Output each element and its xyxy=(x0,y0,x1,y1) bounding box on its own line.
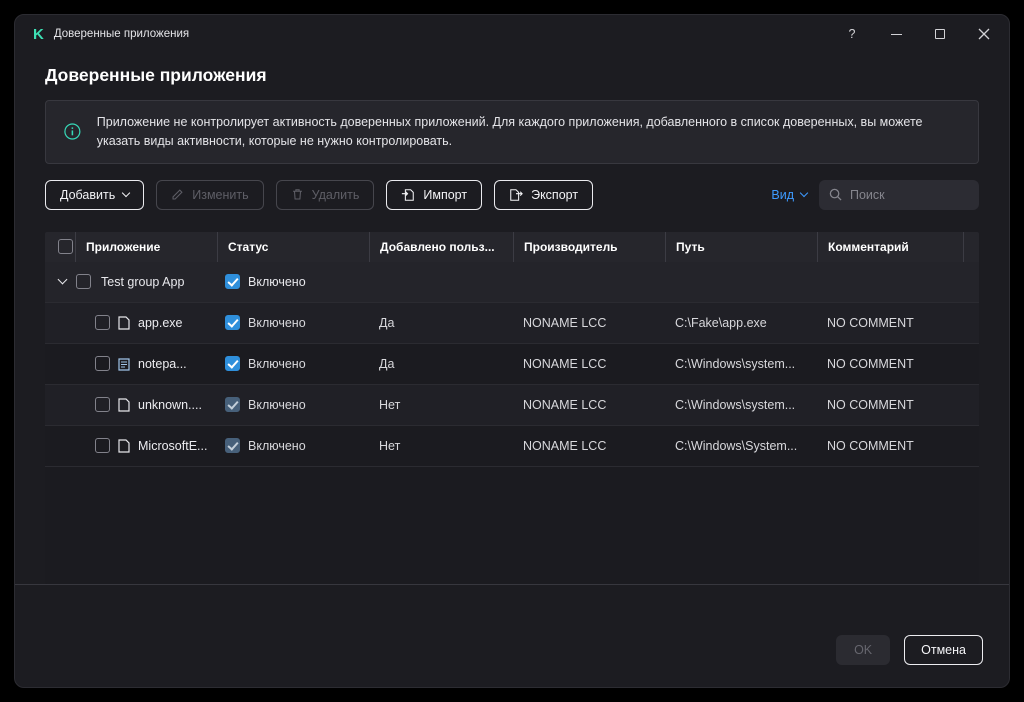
delete-button-label: Удалить xyxy=(311,187,360,202)
row-status-label: Включено xyxy=(248,356,306,371)
row-status-checkbox[interactable] xyxy=(225,397,240,412)
row-path: C:\Fake\app.exe xyxy=(675,315,767,330)
edit-button[interactable]: Изменить xyxy=(156,179,264,210)
delete-button[interactable]: Удалить xyxy=(275,179,375,210)
trash-icon xyxy=(292,189,302,200)
info-banner: Приложение не контролирует активность до… xyxy=(45,100,979,164)
column-header-vendor[interactable]: Производитель xyxy=(513,231,665,262)
column-header-path[interactable]: Путь xyxy=(665,231,817,262)
row-status-checkbox[interactable] xyxy=(225,438,240,453)
row-path: C:\Windows\system... xyxy=(675,397,796,412)
window-controls: ? xyxy=(845,27,991,41)
table-header: Приложение Статус Добавлено польз... Про… xyxy=(45,231,979,262)
import-button-label: Импорт xyxy=(423,187,468,202)
table-row[interactable]: unknown.... Включено Нет NONAME LCC C:\W… xyxy=(45,384,979,426)
column-header-application[interactable]: Приложение xyxy=(75,231,217,262)
row-comment: NO COMMENT xyxy=(827,438,914,453)
group-name: Test group App xyxy=(101,274,185,289)
dialog-footer: OK Отмена xyxy=(15,583,1009,688)
select-all-checkbox[interactable] xyxy=(58,239,73,254)
page-title: Доверенные приложения xyxy=(45,65,267,85)
app-name: MicrosoftE... xyxy=(138,438,208,453)
row-path: C:\Windows\system... xyxy=(675,356,796,371)
group-status-label: Включено xyxy=(248,274,306,289)
column-header-comment[interactable]: Комментарий xyxy=(817,231,963,262)
add-button[interactable]: Добавить xyxy=(45,179,145,210)
column-header-status[interactable]: Статус xyxy=(217,231,369,262)
minimize-button[interactable] xyxy=(889,27,903,41)
row-comment: NO COMMENT xyxy=(827,397,914,412)
file-icon xyxy=(118,438,130,453)
row-path: C:\Windows\System... xyxy=(675,438,798,453)
app-name: notepa... xyxy=(138,356,187,371)
row-status-label: Включено xyxy=(248,438,306,453)
row-vendor: NONAME LCC xyxy=(523,315,607,330)
column-header-added-by-user[interactable]: Добавлено польз... xyxy=(369,231,513,262)
row-select-checkbox[interactable] xyxy=(95,356,110,371)
pencil-icon xyxy=(172,189,183,200)
cancel-button[interactable]: Отмена xyxy=(904,635,983,665)
export-button[interactable]: Экспорт xyxy=(494,179,594,210)
row-comment: NO COMMENT xyxy=(827,315,914,330)
import-icon xyxy=(402,188,415,201)
title-bar: K Доверенные приложения ? xyxy=(15,15,1009,53)
row-status-label: Включено xyxy=(248,397,306,412)
ok-button[interactable]: OK xyxy=(836,635,891,665)
group-status-checkbox[interactable] xyxy=(225,274,240,289)
window-title: Доверенные приложения xyxy=(53,28,190,40)
file-icon xyxy=(118,397,130,412)
row-added-by-user: Нет xyxy=(379,397,401,412)
row-added-by-user: Да xyxy=(379,356,395,371)
group-expand-chevron-icon[interactable] xyxy=(57,274,68,285)
row-vendor: NONAME LCC xyxy=(523,397,607,412)
group-select-checkbox[interactable] xyxy=(76,274,91,289)
row-status-checkbox[interactable] xyxy=(225,356,240,371)
notepad-icon xyxy=(118,357,130,371)
kaspersky-logo-icon: K xyxy=(33,25,44,43)
search-icon xyxy=(829,188,842,201)
export-icon xyxy=(510,188,523,201)
minimize-icon xyxy=(890,33,902,35)
chevron-down-icon xyxy=(799,188,809,198)
info-icon xyxy=(64,123,81,140)
app-name: unknown.... xyxy=(138,397,202,412)
edit-button-label: Изменить xyxy=(192,187,249,202)
row-select-checkbox[interactable] xyxy=(95,397,110,412)
row-select-checkbox[interactable] xyxy=(95,315,110,330)
export-button-label: Экспорт xyxy=(531,187,579,202)
maximize-button[interactable] xyxy=(933,27,947,41)
search-box xyxy=(819,179,979,210)
info-banner-text: Приложение не контролирует активность до… xyxy=(96,115,923,148)
row-vendor: NONAME LCC xyxy=(523,438,607,453)
row-status-label: Включено xyxy=(248,315,306,330)
import-button[interactable]: Импорт xyxy=(386,179,483,210)
add-button-label: Добавить xyxy=(60,187,116,202)
row-status-checkbox[interactable] xyxy=(225,315,240,330)
chevron-down-icon xyxy=(122,188,131,198)
column-header-spacer xyxy=(963,231,979,262)
row-comment: NO COMMENT xyxy=(827,356,914,371)
row-vendor: NONAME LCC xyxy=(523,356,607,371)
table-row[interactable]: app.exe Включено Да NONAME LCC C:\Fake\a… xyxy=(45,302,979,344)
app-window: K Доверенные приложения ? Доверенные при… xyxy=(14,14,1010,688)
maximize-icon xyxy=(935,29,945,39)
file-icon xyxy=(118,315,130,330)
table-row[interactable]: MicrosoftE... Включено Нет NONAME LCC C:… xyxy=(45,425,979,467)
row-added-by-user: Нет xyxy=(379,438,401,453)
group-row[interactable]: Test group App Включено xyxy=(45,261,979,303)
view-label: Вид xyxy=(771,187,794,202)
toolbar: Добавить Изменить Удалить Импорт Экспорт… xyxy=(45,179,979,210)
close-button[interactable] xyxy=(977,27,991,41)
close-icon xyxy=(978,28,990,40)
search-input[interactable] xyxy=(850,187,969,202)
applications-table: Приложение Статус Добавлено польз... Про… xyxy=(45,231,979,584)
row-select-checkbox[interactable] xyxy=(95,438,110,453)
view-dropdown[interactable]: Вид xyxy=(771,187,809,202)
row-added-by-user: Да xyxy=(379,315,395,330)
help-button[interactable]: ? xyxy=(845,27,859,41)
table-row[interactable]: notepa... Включено Да NONAME LCC C:\Wind… xyxy=(45,343,979,385)
app-name: app.exe xyxy=(138,315,183,330)
